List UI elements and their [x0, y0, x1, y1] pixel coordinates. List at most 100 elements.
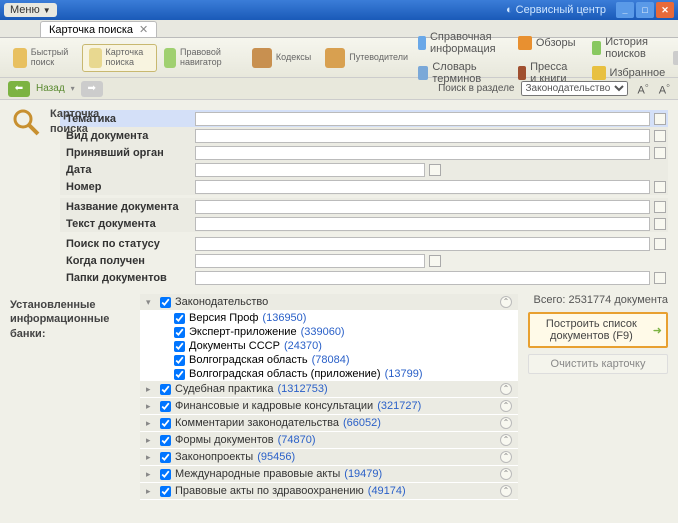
input-vid[interactable] — [195, 129, 650, 143]
picker-received[interactable] — [429, 255, 441, 267]
field-label-status: Поиск по статусу — [60, 238, 195, 250]
pencil-icon — [518, 36, 532, 50]
tree-checkbox[interactable] — [160, 452, 171, 463]
tree-child[interactable]: Эксперт-приложение (339060) — [140, 325, 518, 339]
expand-icon[interactable]: ▸ — [146, 452, 156, 463]
field-label-folders: Папки документов — [60, 272, 195, 284]
tree-checkbox[interactable] — [160, 469, 171, 480]
history-button[interactable]: История поисков — [588, 34, 670, 62]
collapse-button-icon[interactable]: ⌃ — [500, 485, 512, 497]
input-organ[interactable] — [195, 146, 650, 160]
collapse-button-icon[interactable]: ⌃ — [500, 417, 512, 429]
tree-node[interactable]: ▸Формы документов (74870)⌃ — [140, 432, 518, 449]
picker-organ[interactable] — [654, 147, 666, 159]
input-text[interactable] — [195, 217, 650, 231]
reviews-button[interactable]: Обзоры — [514, 29, 580, 57]
font-larger-button[interactable]: A◦ — [659, 80, 670, 97]
picker-folders[interactable] — [654, 272, 666, 284]
tree-child[interactable]: Волгоградская область (78084) — [140, 353, 518, 367]
expand-icon[interactable]: ▸ — [146, 435, 156, 446]
expand-icon[interactable]: ▸ — [146, 384, 156, 395]
tree-checkbox[interactable] — [160, 384, 171, 395]
tree-checkbox[interactable] — [174, 341, 185, 352]
picker-text[interactable] — [654, 218, 666, 230]
expand-icon[interactable]: ▸ — [146, 469, 156, 480]
tree-checkbox[interactable] — [160, 486, 171, 497]
legal-navigator-button[interactable]: Правовой навигатор — [157, 44, 237, 72]
minimize-button[interactable]: _ — [616, 2, 634, 18]
close-button[interactable]: ✕ — [656, 2, 674, 18]
collapse-button-icon[interactable]: ⌃ — [500, 383, 512, 395]
expand-icon[interactable]: ▸ — [146, 418, 156, 429]
books-icon — [518, 66, 526, 80]
input-name[interactable] — [195, 200, 650, 214]
tree-child[interactable]: Версия Проф (136950) — [140, 311, 518, 325]
input-received[interactable] — [195, 254, 425, 268]
tree-checkbox[interactable] — [174, 369, 185, 380]
field-label-nomer: Номер — [60, 181, 195, 193]
info-icon — [418, 36, 426, 50]
tree-checkbox[interactable] — [160, 418, 171, 429]
service-center-link[interactable]: ◐ Сервисный центр — [506, 4, 606, 16]
favorites-button[interactable]: Избранное — [588, 64, 670, 82]
tree-node[interactable]: ▸Комментарии законодательства (66052)⌃ — [140, 415, 518, 432]
dictionary-icon — [418, 66, 428, 80]
guides-button[interactable]: Путеводители — [318, 44, 406, 72]
tree-child[interactable]: Документы СССР (24370) — [140, 339, 518, 353]
main-content: Карточкапоиска Тематика Вид документа Пр… — [0, 100, 678, 506]
tree-node[interactable]: ▸Международные правовые акты (19479)⌃ — [140, 466, 518, 483]
search-card-button[interactable]: Карточка поиска — [82, 44, 158, 72]
tree-checkbox[interactable] — [160, 297, 171, 308]
font-smaller-button[interactable]: A◦ — [638, 80, 649, 97]
toolbar: Быстрый поиск Карточка поиска Правовой н… — [0, 38, 678, 78]
add-button[interactable]: Добавить — [669, 49, 678, 67]
collapse-button-icon[interactable]: ⌃ — [500, 400, 512, 412]
codex-button[interactable]: Кодексы — [245, 44, 318, 72]
tree-child[interactable]: Волгоградская область (приложение) (1379… — [140, 367, 518, 381]
star-icon — [592, 66, 606, 80]
section-select[interactable]: Законодательство — [521, 81, 628, 96]
input-nomer[interactable] — [195, 180, 650, 194]
tab-search-card[interactable]: Карточка поиска ✕ — [40, 21, 157, 37]
expand-icon[interactable]: ▸ — [146, 486, 156, 497]
maximize-button[interactable]: □ — [636, 2, 654, 18]
picker-date[interactable] — [429, 164, 441, 176]
tree-checkbox[interactable] — [174, 327, 185, 338]
clear-card-button[interactable]: Очистить карточку — [528, 354, 668, 374]
tree-node[interactable]: ▸Финансовые и кадровые консультации (321… — [140, 398, 518, 415]
picker-vid[interactable] — [654, 130, 666, 142]
tree-node[interactable]: ▸Судебная практика (1312753)⌃ — [140, 381, 518, 398]
field-label-date: Дата — [60, 164, 195, 176]
ref-info-button[interactable]: Справочная информация — [414, 29, 506, 57]
tree-checkbox[interactable] — [160, 435, 171, 446]
tab-close-icon[interactable]: ✕ — [139, 23, 148, 36]
collapse-button-icon[interactable]: ⌃ — [500, 434, 512, 446]
picker-name[interactable] — [654, 201, 666, 213]
tree-checkbox[interactable] — [160, 401, 171, 412]
tree-checkbox[interactable] — [174, 313, 185, 324]
nav-back-button[interactable]: ⬅ — [8, 81, 30, 97]
tree-checkbox[interactable] — [174, 355, 185, 366]
menu-button[interactable]: Меню ▼ — [4, 3, 57, 17]
expand-icon[interactable]: ▸ — [146, 401, 156, 412]
title-bar: Меню ▼ ◐ Сервисный центр _ □ ✕ — [0, 0, 678, 20]
tree-node[interactable]: ▸Правовые акты по здравоохранению (49174… — [140, 483, 518, 500]
picker-tema[interactable] — [654, 113, 666, 125]
nav-forward-button[interactable]: ➡ — [81, 81, 103, 97]
input-date[interactable] — [195, 163, 425, 177]
collapse-button-icon[interactable]: ⌃ — [500, 468, 512, 480]
input-status[interactable] — [195, 237, 650, 251]
collapse-icon[interactable]: ▾ — [146, 297, 156, 308]
card-icon — [89, 48, 102, 68]
input-tema[interactable] — [195, 112, 650, 126]
build-list-button[interactable]: Построить список документов (F9)➜ — [528, 312, 668, 348]
picker-status[interactable] — [654, 238, 666, 250]
collapse-button-icon[interactable]: ⌃ — [500, 296, 512, 308]
collapse-button-icon[interactable]: ⌃ — [500, 451, 512, 463]
input-folders[interactable] — [195, 271, 650, 285]
menu-label: Меню — [10, 4, 40, 16]
picker-nomer[interactable] — [654, 181, 666, 193]
tree-node[interactable]: ▸Законопроекты (95456)⌃ — [140, 449, 518, 466]
tree-node[interactable]: ▾Законодательство⌃ — [140, 294, 518, 311]
quick-search-button[interactable]: Быстрый поиск — [6, 44, 82, 72]
